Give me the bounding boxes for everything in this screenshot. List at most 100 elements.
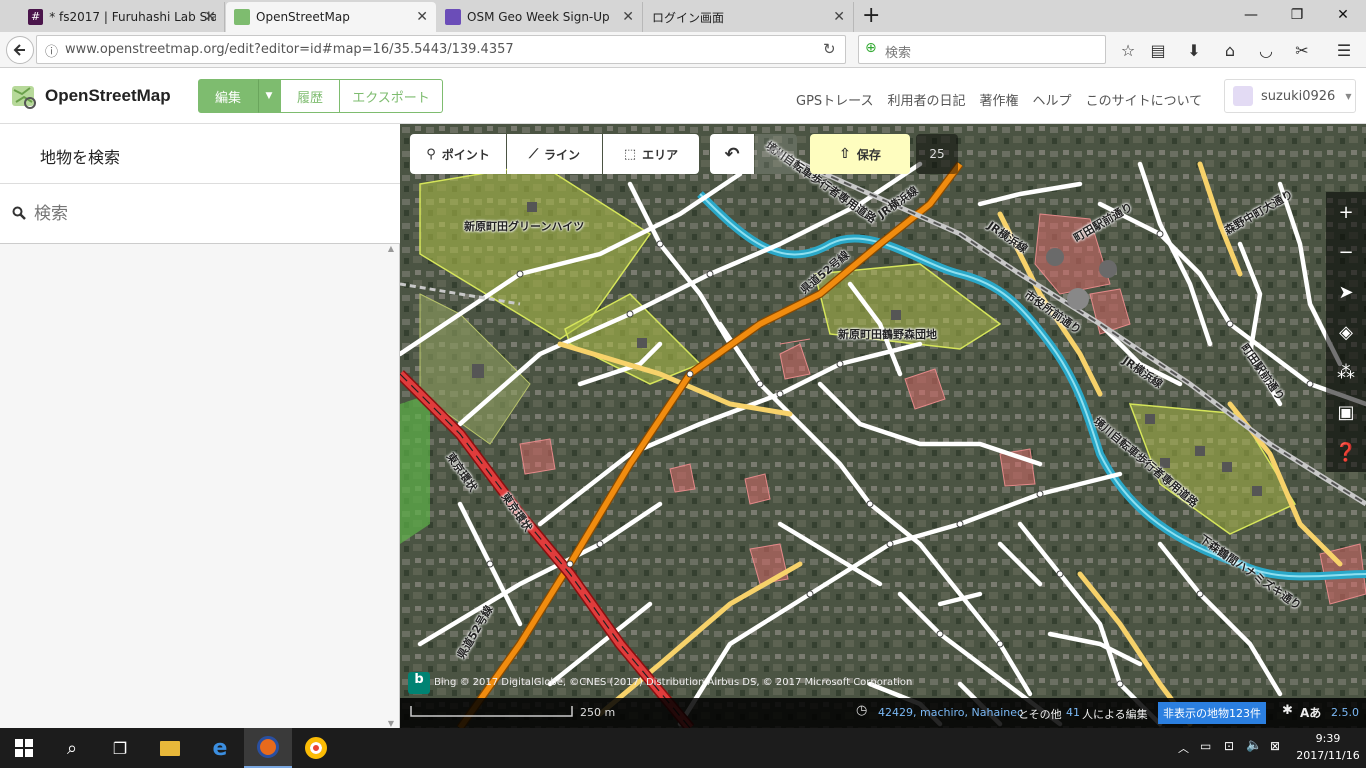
save-count: 25 [916,134,958,174]
undo-button[interactable]: ↶ [710,134,754,174]
copyright-link[interactable]: 著作権 [980,90,1019,109]
minimize-icon[interactable]: — [1228,0,1274,30]
chrome-icon[interactable] [292,728,340,768]
start-button[interactable] [0,728,48,768]
firefox-icon[interactable] [244,728,292,768]
new-tab-button[interactable]: + [862,3,880,28]
network-icon[interactable]: ⊡ [1224,739,1234,753]
hidden-features-badge[interactable]: 非表示の地物123件 [1158,702,1266,724]
battery-icon[interactable]: ▭ [1200,739,1211,753]
help-link[interactable]: ヘルプ [1033,90,1072,109]
osm-brand[interactable]: OpenStreetMap [45,86,171,106]
restore-icon[interactable]: ❐ [1274,0,1320,30]
map-canvas[interactable]: 新原町田グリーンハイツ 新原町田鶴野森団地 東京環状 東京環状 町田駅前通り 森… [400,124,1366,728]
version-label[interactable]: 2.5.0 [1331,706,1359,719]
background-button[interactable]: ◈ [1326,312,1366,352]
save-label: 保存 [856,147,881,162]
slack-icon: # [28,9,44,25]
browser-search-box[interactable]: ⊕ 検索 [858,35,1106,64]
contributors-suffix: 人による編集 [1082,708,1148,721]
history-clock-icon: ◷ [856,703,868,718]
osm-logo-icon[interactable] [10,82,38,110]
clock-time[interactable]: 9:39 [1300,732,1356,745]
ime-icon[interactable]: ⊠ [1270,739,1280,753]
map-footer: 250 m ◷ 42429, machiro, Nahainec とその他 41… [400,698,1366,728]
scroll-up-icon[interactable]: ▲ [385,244,397,253]
history-button[interactable]: 履歴 [280,79,340,113]
about-link[interactable]: このサイトについて [1086,90,1203,109]
map-data-button[interactable]: ⁂ [1326,352,1366,392]
search-icon[interactable]: ⌕ [48,728,96,768]
area-icon: ⬚ [623,146,637,162]
reading-list-icon[interactable]: ▤ [1144,36,1172,64]
tab-slack[interactable]: # * fs2017 | Furuhashi Lab Slac ✕ [20,2,225,32]
downloads-icon[interactable]: ⬇ [1180,36,1208,64]
tab-openstreetmap[interactable]: OpenStreetMap ✕ [226,2,436,32]
windows-logo-icon [15,739,33,757]
tray-expand-icon[interactable]: ︿ [1178,740,1189,756]
clock-date[interactable]: 2017/11/16 [1293,749,1363,762]
imagery-credit[interactable]: Bing © 2017 DigitalGlobe, ©CNES (2017) D… [434,677,912,688]
tab-login[interactable]: ログイン画面 ✕ [644,2,854,32]
add-point-button[interactable]: ⚲ ポイント [410,134,506,174]
volume-icon[interactable]: 🔈 [1246,738,1262,753]
tab-osm-geo-week[interactable]: OSM Geo Week Sign-Up ✕ [437,2,643,32]
add-line-button[interactable]: ⟋ ライン [507,134,602,174]
pocket-icon[interactable]: ◡ [1252,36,1280,64]
layers-icon: ◈ [1339,321,1353,343]
map-label: 新原町田グリーンハイツ [464,220,585,233]
bug-icon[interactable]: ✱ [1282,703,1293,718]
help-book-icon: ❓ [1334,441,1358,463]
sidebar-title: 地物を検索 [40,148,121,167]
user-diaries-link[interactable]: 利用者の日記 [888,90,966,109]
info-icon[interactable]: ⓘ [45,41,58,60]
upload-icon: ⇧ [839,146,851,162]
browser-tab-bar: # * fs2017 | Furuhashi Lab Slac ✕ OpenSt… [0,0,1366,32]
close-tab-icon[interactable]: ✕ [416,9,428,25]
close-window-icon[interactable]: ✕ [1320,0,1366,30]
back-button[interactable] [6,36,34,64]
close-tab-icon[interactable]: ✕ [833,9,845,25]
issues-button[interactable]: ▣ [1326,392,1366,432]
feature-search-input[interactable] [34,200,384,228]
scale-bar-icon [410,706,573,717]
close-tab-icon[interactable]: ✕ [204,9,216,25]
browser-nav-bar: ⓘ www.openstreetmap.org/edit?editor=id#m… [0,32,1366,68]
help-button[interactable]: ❓ [1326,432,1366,472]
file-explorer-icon[interactable] [146,728,194,768]
url-bar[interactable]: ⓘ www.openstreetmap.org/edit?editor=id#m… [36,35,846,64]
scale-label[interactable]: 250 m [580,706,615,719]
close-tab-icon[interactable]: ✕ [622,9,634,25]
reload-icon[interactable]: ↻ [823,40,836,58]
menu-icon[interactable]: ☰ [1330,36,1358,64]
redo-button[interactable]: ↷ [755,134,797,174]
task-view-icon[interactable]: ❐ [96,728,144,768]
minus-icon: − [1338,241,1354,263]
translate-icon[interactable]: Aあ [1300,704,1321,721]
scroll-down-icon[interactable]: ▼ [385,719,397,728]
gps-traces-link[interactable]: GPSトレース [796,90,874,109]
map-label: 新原町田鶴野森団地 [838,328,937,341]
geolocate-button[interactable]: ➤ [1326,272,1366,312]
pin-icon: ⚲ [426,146,436,162]
header-links: GPSトレース 利用者の日記 著作権 ヘルプ このサイトについて [796,90,1202,109]
bookmark-star-icon[interactable]: ☆ [1114,36,1142,64]
edit-button[interactable]: 編集 [198,79,258,113]
export-button[interactable]: エクスポート [340,79,443,113]
line-icon: ⟋ [528,146,539,162]
save-button[interactable]: ⇧ 保存 [810,134,910,174]
zoom-in-button[interactable]: + [1326,192,1366,232]
sidebar-scrollbar[interactable]: ▲ ▼ [385,244,397,728]
contributors-list[interactable]: 42429, machiro, Nahainec [878,706,1023,719]
tab-label: OSM Geo Week Sign-Up [467,10,610,24]
edit-dropdown-button[interactable]: ▼ [258,79,280,113]
zoom-out-button[interactable]: − [1326,232,1366,272]
contributors-count[interactable]: 41 [1066,706,1080,719]
user-menu-button[interactable]: suzuki0926 ▼ [1224,79,1356,113]
internet-explorer-icon[interactable]: e [196,728,244,768]
home-icon[interactable]: ⌂ [1216,36,1244,64]
screenshot-icon[interactable]: ✂ [1288,36,1316,64]
issues-icon: ▣ [1337,401,1355,423]
add-area-button[interactable]: ⬚ エリア [603,134,699,174]
osm-favicon-icon [234,9,250,25]
